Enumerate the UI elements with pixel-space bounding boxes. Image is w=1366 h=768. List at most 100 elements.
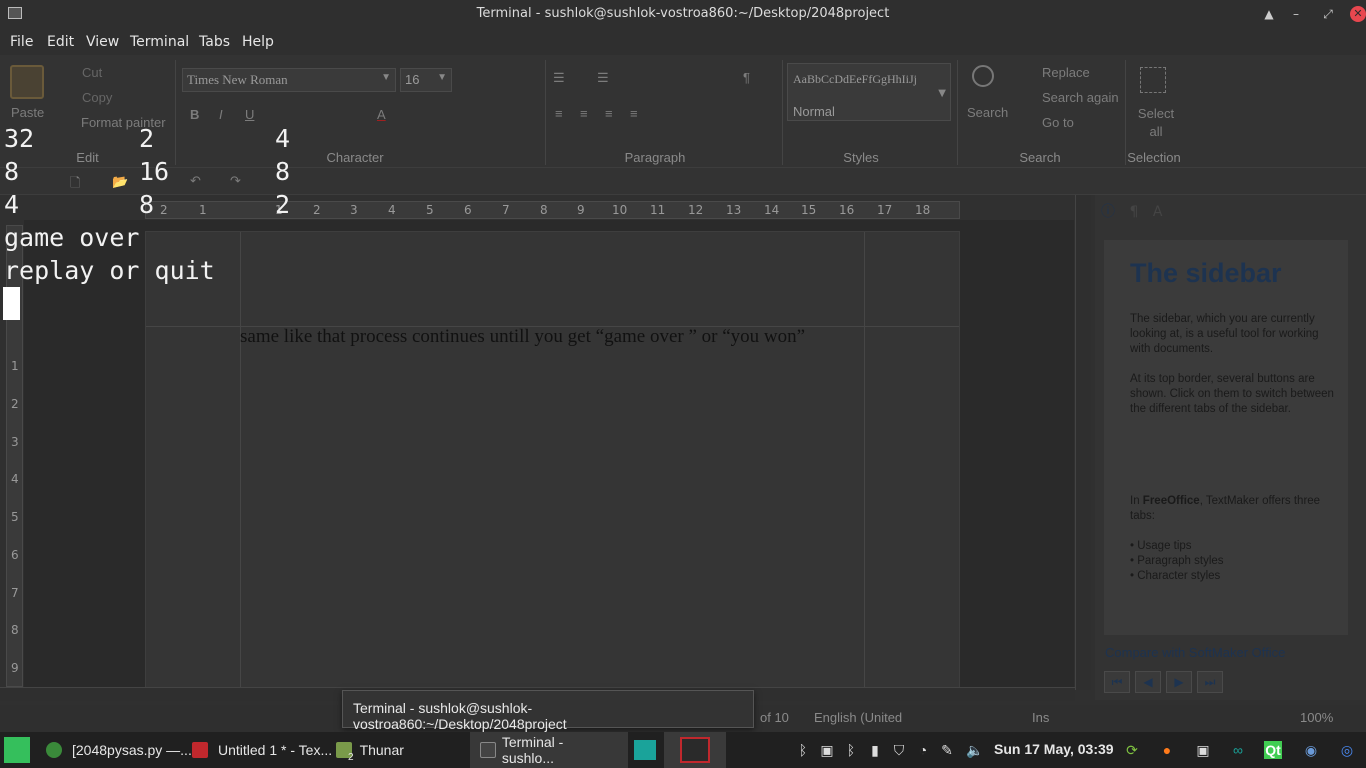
wifi-icon[interactable]: ◔ [914,741,932,759]
group-search-label: Search [1019,150,1061,165]
menu-view[interactable]: View [86,34,119,50]
italic-icon[interactable]: I [219,107,223,122]
taskbar-label: Terminal - sushlo... [501,734,564,766]
ruler-tick: 3 [11,435,19,449]
keep-above-icon[interactable]: ▲ [1259,4,1279,24]
first-page-icon[interactable]: ⏮ [1104,671,1130,693]
taskbar-item-pager[interactable] [634,732,656,768]
bluetooth-icon[interactable]: ᛒ [842,741,860,759]
terminal-preview-icon [680,737,710,763]
font-size-combo[interactable]: 16 ▼ [400,68,452,92]
document-page[interactable] [145,231,960,691]
cut-button[interactable]: Cut [82,65,102,80]
select-all-icon[interactable] [1140,67,1166,93]
paragraph-style-icon[interactable]: ¶ [1129,204,1138,220]
align-right-icon[interactable]: ≡ [605,106,613,121]
grid-cell: 2 [275,190,291,219]
ruler-tick: 2 [160,203,168,217]
close-icon[interactable]: ✕ [1350,6,1366,22]
arduino-icon[interactable]: ∞ [1229,741,1247,759]
copy-button[interactable]: Copy [82,90,112,105]
justify-icon[interactable]: ≡ [630,106,638,121]
select-all-button[interactable]: Select all [1136,105,1176,141]
status-zoom[interactable]: 100% [1300,710,1333,725]
grid-cell: 2 [139,124,155,153]
sidebar-tabs: ⓘ ¶ A [1101,201,1172,221]
info-icon[interactable]: ⓘ [1101,204,1115,220]
terminal-cursor[interactable] [3,287,20,320]
grid-cell: 16 [139,157,170,186]
menu-edit[interactable]: Edit [47,34,74,50]
group-selection-label: Selection [1127,150,1181,165]
chevron-down-icon: ▼ [437,72,447,83]
last-page-icon[interactable]: ⏭ [1197,671,1223,693]
search-button[interactable]: Search [967,105,1008,120]
go-to-button[interactable]: Go to [1042,115,1074,130]
replace-button[interactable]: Replace [1042,65,1090,80]
new-document-icon[interactable]: 🗋 [70,174,80,196]
battery-icon[interactable]: ▮ [866,741,884,759]
status-language[interactable]: English (United [814,710,902,725]
search-again-button[interactable]: Search again [1042,90,1119,105]
font-color-icon[interactable]: A [377,107,386,122]
search-icon[interactable] [972,65,994,87]
python-editor-icon [46,742,62,758]
align-center-icon[interactable]: ≡ [580,106,588,121]
terminal-launcher-icon[interactable]: ▣ [1194,741,1212,759]
grid-cell: 8 [4,157,20,186]
numbered-list-icon[interactable]: ☰ [597,70,609,86]
ruler-tick: 1 [11,359,19,373]
app-menu-button[interactable] [4,732,30,768]
document-vertical-scrollbar[interactable] [1075,195,1091,690]
clipboard-icon[interactable]: ✎ [938,741,956,759]
app-launcher-icon[interactable]: ◉ [1302,741,1320,759]
compare-link[interactable]: Compare with SoftMaker Office [1105,645,1285,660]
character-style-icon[interactable]: A [1153,204,1163,220]
ruler-tick: 2 [313,203,321,217]
menu-help[interactable]: Help [242,34,274,50]
taskbar-label: Untitled 1 * - Tex... [218,742,333,758]
next-page-icon[interactable]: ▶ [1166,671,1192,693]
undo-icon[interactable]: ↶ [190,173,201,189]
taskbar-item-editor[interactable]: [2048pysas.py —... [46,732,192,768]
terminal-line-game-over: game over [4,223,140,252]
menu-terminal[interactable]: Terminal [130,34,189,50]
redo-icon[interactable]: ↷ [230,173,241,189]
pilcrow-icon[interactable]: ¶ [743,70,750,85]
bluetooth-icon[interactable]: ᛒ [794,741,812,759]
menu-tabs[interactable]: Tabs [199,34,230,50]
firefox-icon[interactable]: ● [1158,741,1176,759]
volume-icon[interactable]: 🔈 [966,741,984,759]
terminal-tray-icon[interactable]: ▣ [818,741,836,759]
status-mode[interactable]: Ins [1032,710,1049,725]
underline-icon[interactable]: U [245,107,254,122]
open-folder-icon[interactable]: 📂 [112,174,128,190]
clock[interactable]: Sun 17 May, 03:39 [994,741,1114,757]
paste-button[interactable]: Paste [11,105,44,120]
update-icon[interactable]: ⟳ [1123,741,1141,759]
horizontal-ruler: 2 1 1 2 3 4 5 6 7 8 9 10 11 12 13 14 15 … [145,201,960,219]
shield-icon[interactable]: ⛉ [890,741,908,759]
bold-icon[interactable]: B [190,107,199,122]
chrome-icon[interactable]: ◎ [1338,741,1356,759]
previous-page-icon[interactable]: ◀ [1135,671,1161,693]
ruler-tick: 14 [764,203,780,217]
align-left-icon[interactable]: ≡ [555,106,563,121]
menu-file[interactable]: File [10,34,33,50]
styles-gallery[interactable]: AaBbCcDdEeFfGgHhIiJj Normal ▼ [787,63,951,121]
bullet-list-icon[interactable]: ☰ [553,70,565,86]
document-text[interactable]: same like that process continues untill … [240,325,840,348]
ruler-tick: 7 [502,203,510,217]
taskbar-item-textmaker[interactable]: Untitled 1 * - Tex... [192,732,332,768]
margin-guide [240,232,241,690]
ruler-tick: 1 [199,203,207,217]
taskbar-item-thunar[interactable]: 2 Thunar [336,732,404,768]
qt-icon[interactable]: Qt [1264,741,1282,759]
font-name-combo[interactable]: Times New Roman ▼ [182,68,396,92]
workspace-current[interactable] [664,732,726,768]
maximize-icon[interactable]: ⤢ [1318,4,1338,24]
minimize-icon[interactable]: – [1286,4,1306,24]
paste-icon[interactable] [10,65,44,99]
taskbar-item-terminal[interactable]: Terminal - sushlo... [470,732,628,768]
quick-toolbar: 🗋 📂 ↶ ↷ [0,168,1366,195]
